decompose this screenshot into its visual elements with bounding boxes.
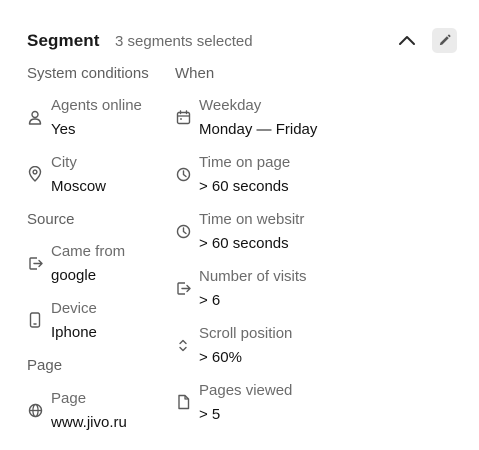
page-icon [175, 394, 191, 410]
enter-icon [27, 255, 43, 271]
condition-time-on-page: Time on page > 60 seconds [175, 154, 335, 200]
condition-label: Page [51, 390, 87, 407]
enter-icon [175, 280, 191, 296]
section-when: When [175, 65, 215, 82]
chevron-up-icon [398, 34, 416, 46]
condition-label: City [51, 154, 77, 171]
user-icon [27, 109, 43, 125]
condition-label: Weekday [199, 97, 262, 114]
condition-number-of-visits: Number of visits > 6 [175, 268, 335, 314]
phone-icon [27, 312, 43, 328]
condition-label: Came from [51, 243, 126, 260]
condition-weekday: Weekday Monday — Friday [175, 97, 335, 143]
condition-agents-online: Agents online Yes [27, 97, 187, 143]
section-system-conditions: System conditions [27, 65, 149, 82]
condition-pages-viewed: Pages viewed > 5 [175, 382, 335, 428]
condition-value: google [51, 267, 97, 284]
condition-page: Page www.jivo.ru [27, 390, 187, 436]
condition-label: Pages viewed [199, 382, 293, 399]
clock-icon [175, 223, 191, 239]
condition-label: Number of visits [199, 268, 307, 285]
condition-value: Iphone [51, 324, 97, 341]
condition-label: Time on page [199, 154, 291, 171]
condition-device: Device Iphone [27, 300, 187, 346]
segments-selected-count: 3 segments selected [115, 33, 253, 50]
section-page: Page [27, 357, 63, 374]
edit-button[interactable] [432, 28, 457, 53]
condition-label: Device [51, 300, 97, 317]
condition-value: > 60% [199, 349, 242, 366]
section-source: Source [27, 211, 75, 228]
globe-icon [27, 402, 43, 418]
calendar-icon [175, 109, 191, 125]
condition-label: Time on websitr [199, 211, 305, 228]
collapse-button[interactable] [396, 30, 418, 50]
condition-city: City Moscow [27, 154, 187, 200]
scroll-icon [175, 337, 191, 353]
condition-label: Scroll position [199, 325, 293, 342]
condition-value: Yes [51, 121, 76, 138]
segment-panel: Segment 3 segments selected System condi… [0, 0, 479, 450]
condition-value: > 60 seconds [199, 235, 289, 252]
condition-value: Moscow [51, 178, 107, 195]
clock-icon [175, 166, 191, 182]
condition-value: > 60 seconds [199, 178, 289, 195]
condition-came-from: Came from google [27, 243, 187, 289]
segment-title: Segment [27, 31, 100, 50]
condition-value: Monday — Friday [199, 121, 318, 138]
condition-value: > 6 [199, 292, 221, 309]
condition-label: Agents online [51, 97, 142, 114]
location-pin-icon [27, 166, 43, 182]
condition-scroll-position: Scroll position > 60% [175, 325, 335, 371]
condition-value: www.jivo.ru [51, 414, 127, 431]
condition-value: > 5 [199, 406, 221, 423]
condition-time-on-website: Time on websitr > 60 seconds [175, 211, 335, 257]
pencil-icon [438, 34, 451, 47]
